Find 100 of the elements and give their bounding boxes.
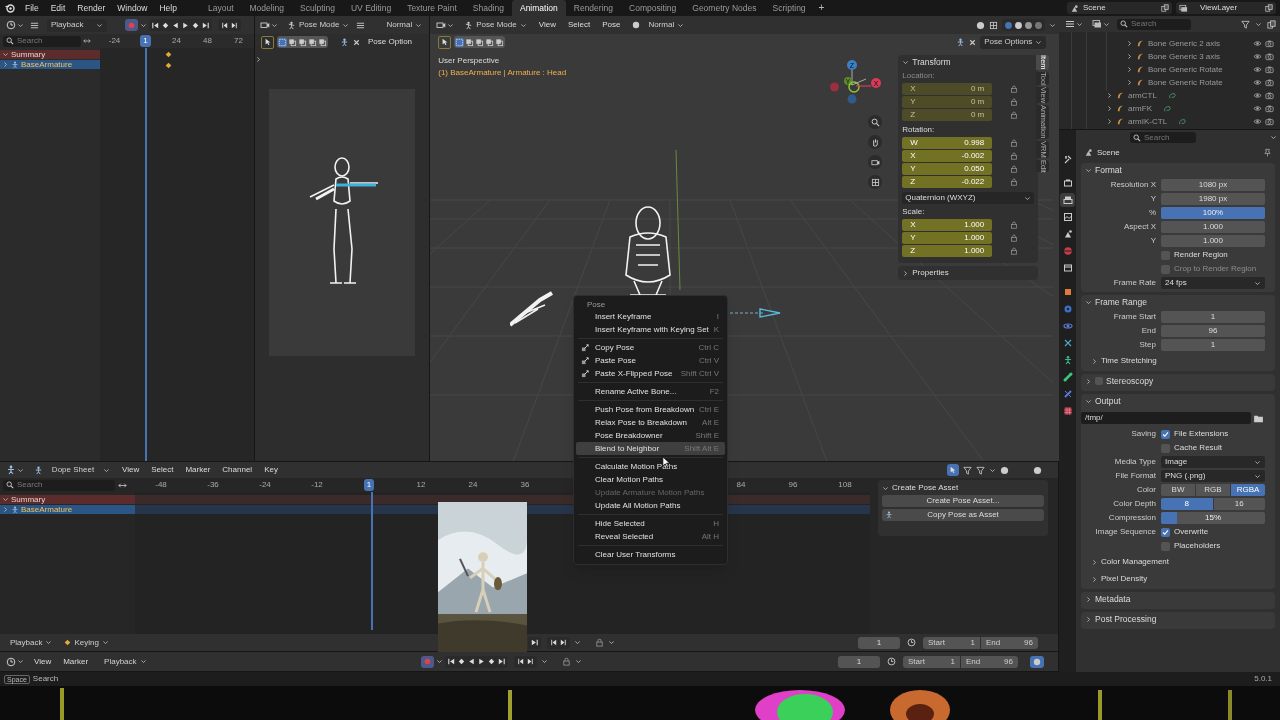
menu-item[interactable]: Reveal Selected Alt H	[576, 530, 725, 543]
mode-dropdown[interactable]: Pose Mode	[283, 18, 354, 32]
current-frame-field[interactable]: 1	[858, 636, 900, 649]
properties-tab[interactable]	[1060, 193, 1075, 207]
checkbox-control[interactable]: Cache Result	[1161, 443, 1223, 453]
workspace-tab[interactable]: Scripting	[764, 0, 814, 16]
menu-item[interactable]: Insert Keyframe with Keying Set K	[576, 323, 725, 336]
start-frame-field[interactable]: Start 1	[923, 636, 981, 649]
number-field[interactable]: X 1.000	[902, 219, 993, 231]
asset-button[interactable]: Copy Pose as Asset	[882, 509, 1044, 521]
segment-button[interactable]: RGBA	[1231, 484, 1265, 496]
end-frame-field[interactable]: End 96	[961, 655, 1018, 668]
slider-field[interactable]: 100%	[1161, 207, 1265, 219]
record-button[interactable]	[420, 655, 434, 668]
menu-item[interactable]: Clear User Transforms	[576, 548, 725, 561]
viewport-shading-buttons[interactable]	[1002, 19, 1046, 31]
outliner-row[interactable]: armIK-CTL	[1059, 115, 1280, 128]
channel-row[interactable]: BaseArmature	[0, 505, 135, 514]
playback-dropdown[interactable]: Playback	[6, 636, 57, 649]
dropdown[interactable]: Image	[1161, 456, 1265, 468]
workspace-tab[interactable]: Geometry Nodes	[684, 0, 765, 16]
menu-item[interactable]: Select	[563, 21, 595, 29]
dropdown[interactable]: 24 fps	[1161, 277, 1265, 289]
number-field[interactable]: Y 0.050	[902, 163, 993, 175]
select-tool-button[interactable]	[261, 35, 274, 49]
zoom-button[interactable]	[868, 115, 883, 129]
panel-title[interactable]: Transform	[912, 57, 951, 67]
workspace-tab[interactable]: Rendering	[565, 0, 621, 16]
panel-header[interactable]: Frame Range	[1081, 295, 1275, 309]
camera-button[interactable]	[868, 155, 883, 169]
number-field[interactable]: Z -0.022	[902, 176, 993, 188]
menu-item[interactable]: Marker	[181, 466, 215, 474]
panel-header[interactable]: Post Processing	[1081, 612, 1275, 626]
number-field[interactable]: W 0.998	[902, 137, 993, 149]
segment-button[interactable]: BW	[1161, 484, 1195, 496]
menu-item[interactable]: Paste Pose Ctrl V	[576, 354, 725, 367]
panel-title[interactable]: Create Pose Asset	[892, 484, 959, 492]
number-field[interactable]: 96	[1161, 325, 1265, 337]
panel-header[interactable]: Metadata	[1081, 592, 1275, 606]
checkbox-control[interactable]: File Extensions	[1161, 429, 1229, 439]
playback-dropdown[interactable]: Playback	[47, 18, 107, 32]
path-field[interactable]: /tmp/	[1081, 412, 1251, 424]
checkbox[interactable]	[1161, 443, 1170, 453]
menu-item[interactable]: Update All Motion Paths	[576, 499, 725, 512]
pose-options-menu[interactable]: Pose Options	[980, 35, 1047, 49]
menu-item[interactable]: Marker	[59, 657, 93, 666]
mode-dropdown[interactable]: Dope Sheet	[30, 463, 114, 477]
search-field[interactable]: Search	[1117, 18, 1191, 30]
asset-button[interactable]: Create Pose Asset...	[882, 495, 1044, 507]
segment-button[interactable]: 8	[1161, 498, 1213, 510]
menu-item[interactable]: Render	[71, 3, 112, 13]
menu-item[interactable]: Window	[111, 3, 154, 13]
outliner-row[interactable]: Bone Generic 2 axis	[1059, 37, 1280, 50]
editor-type-button[interactable]	[4, 655, 26, 668]
subpanel-header[interactable]: Pixel Density	[1081, 572, 1275, 586]
playback-controls[interactable]	[444, 655, 508, 668]
workspace-tab[interactable]: Compositing	[621, 0, 685, 16]
properties-panel-header[interactable]: Properties	[898, 266, 1039, 280]
menu-item[interactable]: View	[534, 21, 560, 29]
playback-controls[interactable]	[527, 636, 541, 649]
number-field[interactable]: 1980 px	[1161, 193, 1265, 205]
menu-item[interactable]: Help	[153, 3, 183, 13]
number-field[interactable]: X -0.002	[902, 150, 993, 162]
workspace-tab[interactable]: Animation	[511, 0, 566, 16]
checkbox[interactable]	[1161, 541, 1170, 551]
subpanel-header[interactable]: Time Stretching	[1081, 354, 1275, 368]
selection-mode-buttons[interactable]	[277, 36, 328, 48]
channel-row[interactable]: Summary	[0, 495, 135, 504]
menu-item[interactable]: Paste X-Flipped Pose Shift Ctrl V	[576, 367, 725, 380]
menu-item[interactable]: Clear Motion Paths	[576, 473, 725, 486]
scene-selector[interactable]: Scene	[1067, 2, 1172, 14]
channel-row[interactable]: Summary	[0, 50, 100, 59]
checkbox-control[interactable]: Placeholders	[1161, 541, 1221, 551]
pose-options-menu[interactable]: Pose Option	[368, 38, 413, 46]
workspace-tab[interactable]: Sculpting	[292, 0, 343, 16]
subpanel-header[interactable]: Color Management	[1081, 555, 1275, 569]
menu-item[interactable]: View	[118, 466, 144, 474]
keying-dropdown[interactable]: Keying	[60, 636, 113, 649]
number-field[interactable]: Y 1.000	[902, 232, 993, 244]
hand-button[interactable]	[868, 135, 883, 149]
outliner-row[interactable]: Bone Generic Rotate	[1059, 76, 1280, 89]
checkbox-control[interactable]: Overwrite	[1161, 527, 1209, 537]
slider-field[interactable]: 15%	[1161, 512, 1265, 524]
menu-item[interactable]: Calculate Motion Paths	[576, 460, 725, 473]
number-field[interactable]: 1080 px	[1161, 179, 1265, 191]
view-layer-selector[interactable]: ViewLayer	[1176, 2, 1276, 14]
segment-button[interactable]: 16	[1213, 498, 1265, 510]
outliner-row[interactable]: Bone Generic Rotate	[1059, 63, 1280, 76]
menu-item[interactable]: View	[30, 657, 56, 666]
menu-item[interactable]: Pose	[598, 21, 625, 29]
number-field[interactable]: 1	[1161, 311, 1265, 323]
outliner-row[interactable]: Bone Generic 3 axis	[1059, 50, 1280, 63]
dropdown[interactable]: PNG (.png)	[1161, 470, 1265, 482]
workspace-tab[interactable]: Texture Paint	[399, 0, 465, 16]
segment-button[interactable]: RGB	[1196, 484, 1230, 496]
search-field[interactable]: Search	[3, 479, 115, 491]
only-selected-toggle[interactable]	[947, 464, 959, 476]
menu-item[interactable]: Edit	[44, 3, 72, 13]
number-field[interactable]: 1	[1161, 339, 1265, 351]
menu-item[interactable]: File	[19, 3, 45, 13]
